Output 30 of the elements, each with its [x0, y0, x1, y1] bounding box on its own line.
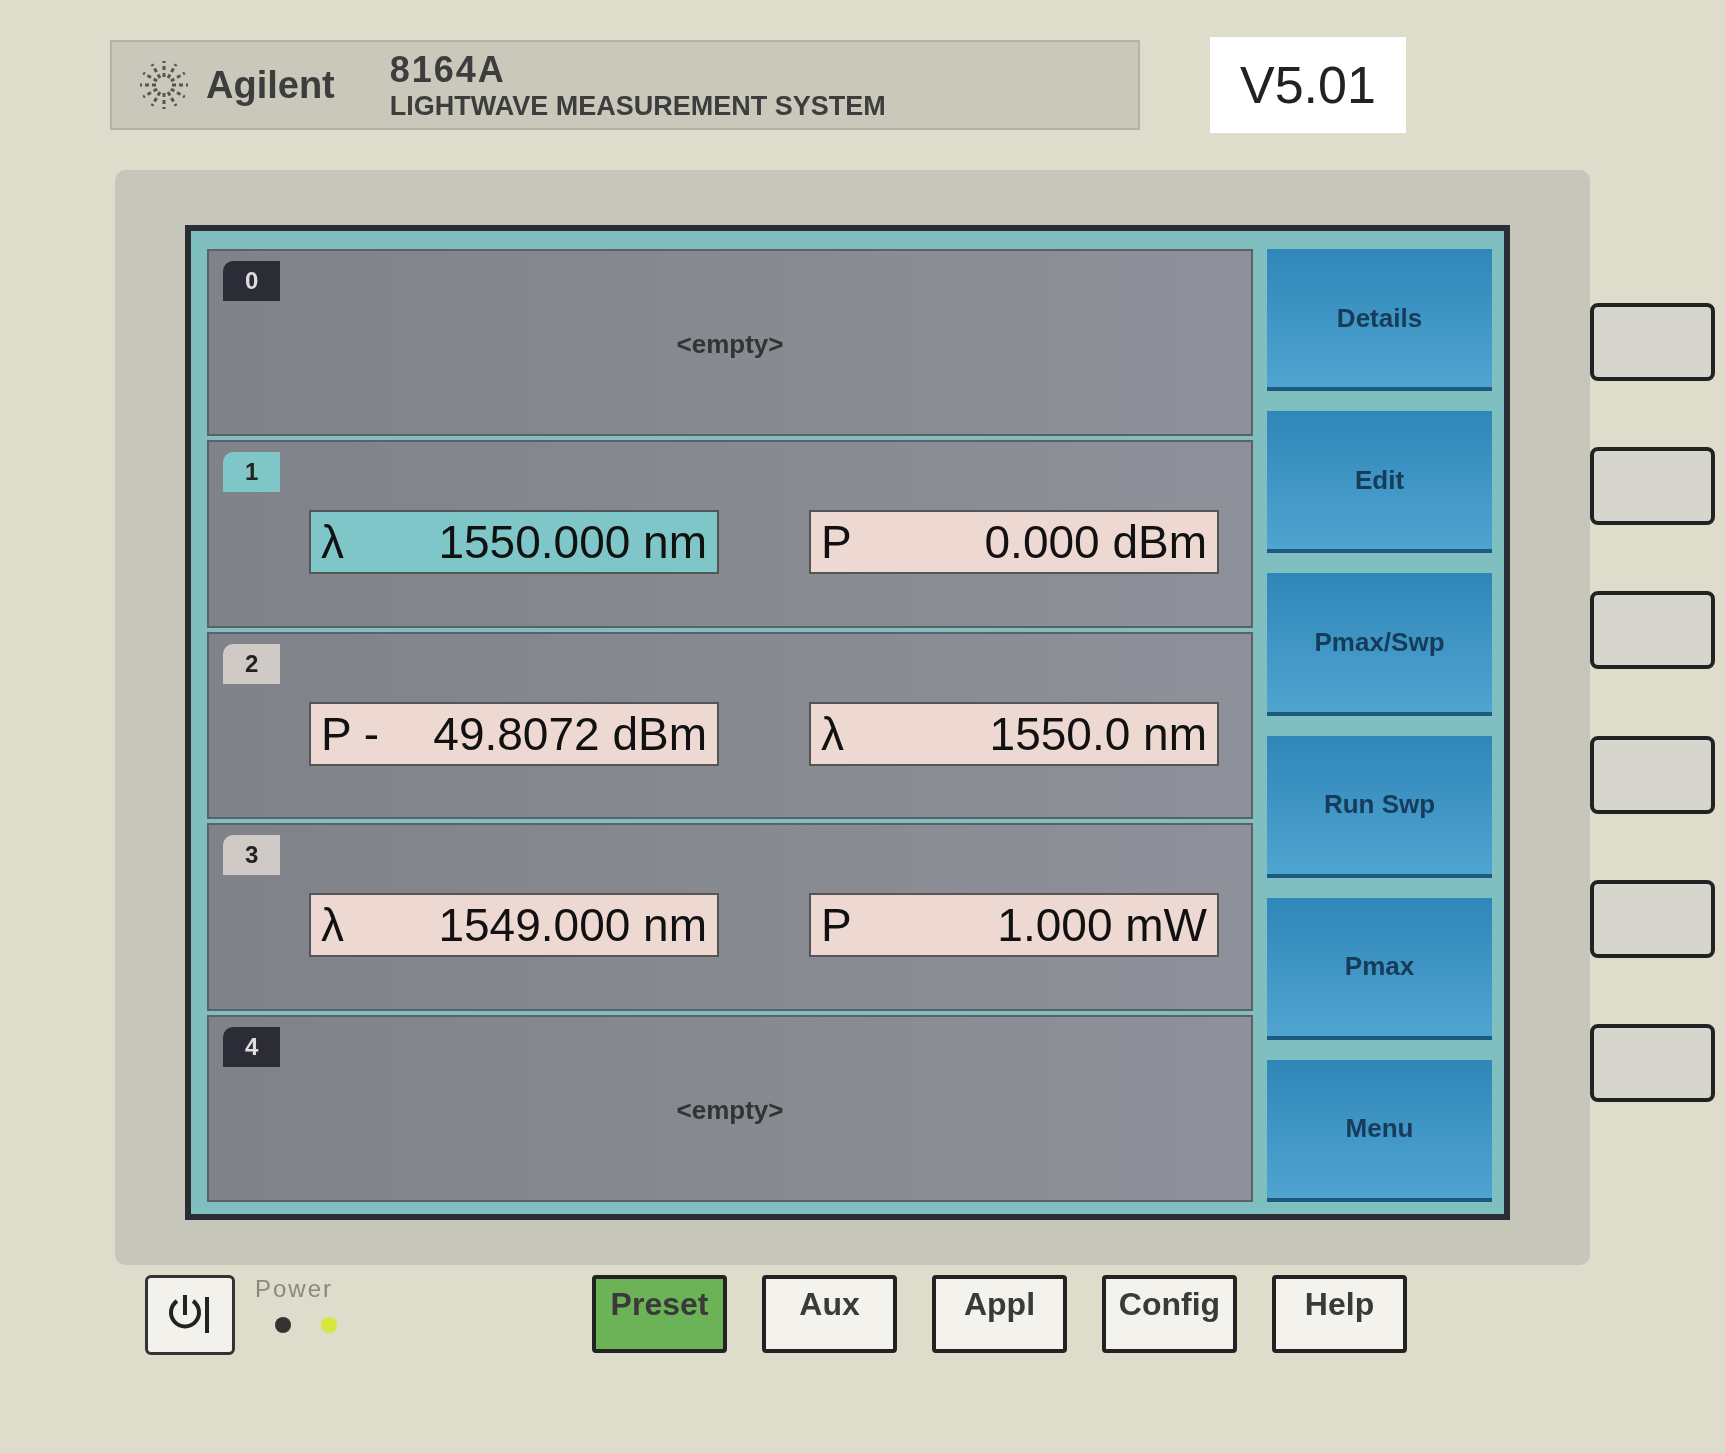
front-panel-button[interactable]: Config — [1102, 1275, 1237, 1353]
value-field[interactable]: λ 1550.0 nm — [809, 701, 1219, 766]
softkey-button[interactable] — [1590, 1023, 1715, 1102]
value-field[interactable]: P 0.000 dBm — [809, 510, 1219, 575]
version-label: V5.01 — [1210, 37, 1406, 133]
slot-number-tab[interactable]: 4 — [223, 1026, 281, 1067]
power-label: Power — [255, 1275, 335, 1303]
empty-slot-text: <empty> — [676, 329, 784, 360]
slot-number-tab[interactable]: 2 — [223, 643, 281, 684]
value-field[interactable]: λ 1549.000 nm — [309, 893, 719, 958]
softkey-button[interactable] — [1590, 303, 1715, 382]
empty-slot-text: <empty> — [676, 1094, 784, 1126]
slot-number-tab[interactable]: 0 — [223, 261, 281, 301]
value-field[interactable]: P 1.000 mW — [809, 893, 1219, 958]
value-field[interactable]: P - 49.8072 dBm — [309, 701, 719, 766]
front-panel-button[interactable]: Help — [1272, 1275, 1407, 1353]
softkey-button[interactable] — [1590, 735, 1715, 814]
model-description: LIGHTWAVE MEASUREMENT SYSTEM — [389, 90, 886, 122]
value-field[interactable]: λ 1550.000 nm — [309, 510, 719, 575]
softkey-button[interactable] — [1590, 591, 1715, 670]
softkey-button[interactable] — [1590, 447, 1715, 526]
model-number: 8164A — [389, 48, 507, 91]
brand-name: Agilent — [206, 63, 335, 107]
power-button[interactable] — [145, 1275, 235, 1355]
front-panel-button[interactable]: Preset — [592, 1275, 727, 1353]
slot-number-tab[interactable]: 3 — [223, 835, 281, 876]
slot-number-tab[interactable]: 1 — [223, 452, 281, 493]
softkey-button[interactable] — [1590, 879, 1715, 958]
front-panel-button[interactable]: Aux — [762, 1275, 897, 1353]
front-panel-button[interactable]: Appl — [932, 1275, 1067, 1353]
